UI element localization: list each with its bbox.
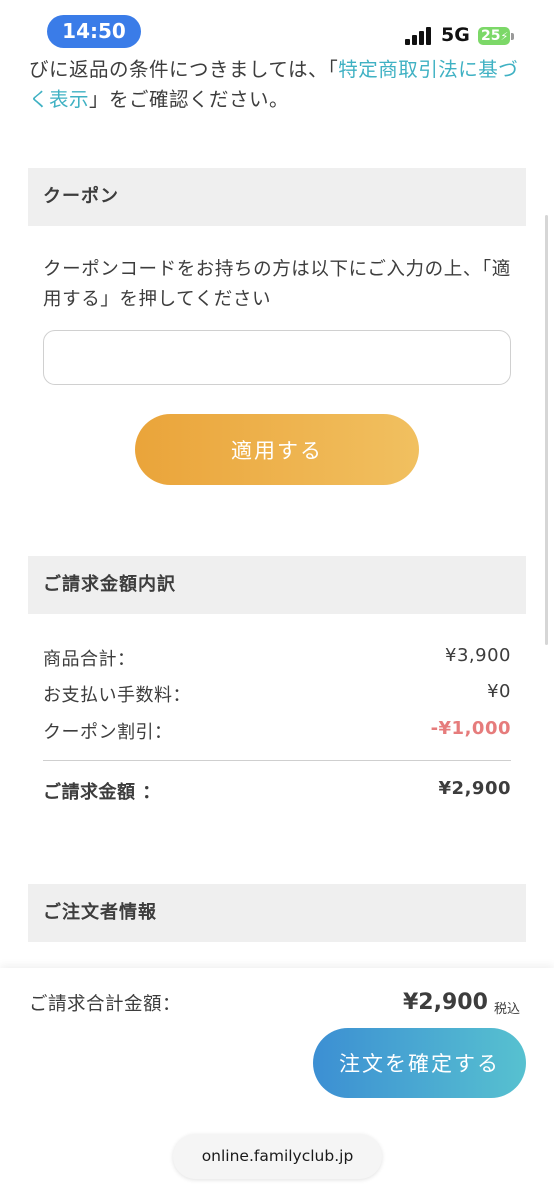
grand-total-amount: ¥2,900 (403, 990, 488, 1015)
billing-row-total: ご請求金額 ： ¥2,900 (43, 778, 511, 808)
battery-icon: 25⚡ (478, 27, 510, 45)
billing-row-fee: お支払い手数料： ¥0 (43, 681, 511, 711)
fee-value: ¥0 (487, 681, 511, 702)
notice-suffix: 」をご確認ください。 (89, 88, 290, 111)
billing-row-subtotal: 商品合計： ¥3,900 (43, 645, 511, 675)
billing-title: ご請求金額内訳 (43, 574, 176, 595)
coupon-description: クーポンコードをお持ちの方は以下にご入力の上、「適用する」を押してください (43, 259, 511, 310)
total-label: ご請求金額 ： (43, 782, 161, 803)
battery-level: 25 (481, 28, 501, 44)
orderer-section-header: ご注文者情報 (28, 884, 526, 942)
billing-divider (43, 760, 511, 761)
coupon-code-input[interactable] (43, 330, 511, 385)
grand-total-label: ご請求合計金額： (29, 994, 182, 1015)
discount-label: クーポン割引： (43, 722, 173, 743)
total-value: ¥2,900 (438, 778, 511, 799)
status-time: 14:50 (47, 15, 141, 48)
subtotal-label: 商品合計： (43, 649, 136, 670)
confirm-order-button[interactable]: 注文を確定する (313, 1028, 526, 1098)
status-bar: 14:50 5G 25⚡ (0, 0, 554, 60)
notice-prefix: びに返品の条件につきましては、「 (29, 58, 339, 81)
billing-section-header: ご請求金額内訳 (28, 556, 526, 614)
coupon-section-header: クーポン (28, 168, 526, 226)
orderer-title: ご注文者情報 (43, 902, 157, 923)
browser-url-bar[interactable]: online.familyclub.jp (173, 1134, 382, 1179)
fee-label: お支払い手数料： (43, 685, 191, 706)
coupon-title: クーポン (43, 186, 119, 207)
signal-icon (405, 27, 435, 45)
tax-included-label: 税込 (494, 1002, 521, 1017)
billing-row-discount: クーポン割引： -¥1,000 (43, 718, 511, 748)
battery-cap (511, 33, 514, 40)
return-policy-notice: びに返品の条件につきましては、「特定商取引法に基づく表示」をご確認ください。 (29, 55, 529, 115)
scrollbar[interactable] (545, 215, 548, 645)
network-type: 5G (441, 24, 470, 46)
subtotal-value: ¥3,900 (445, 645, 511, 666)
apply-coupon-button[interactable]: 適用する (135, 414, 419, 485)
discount-value: -¥1,000 (430, 718, 511, 739)
